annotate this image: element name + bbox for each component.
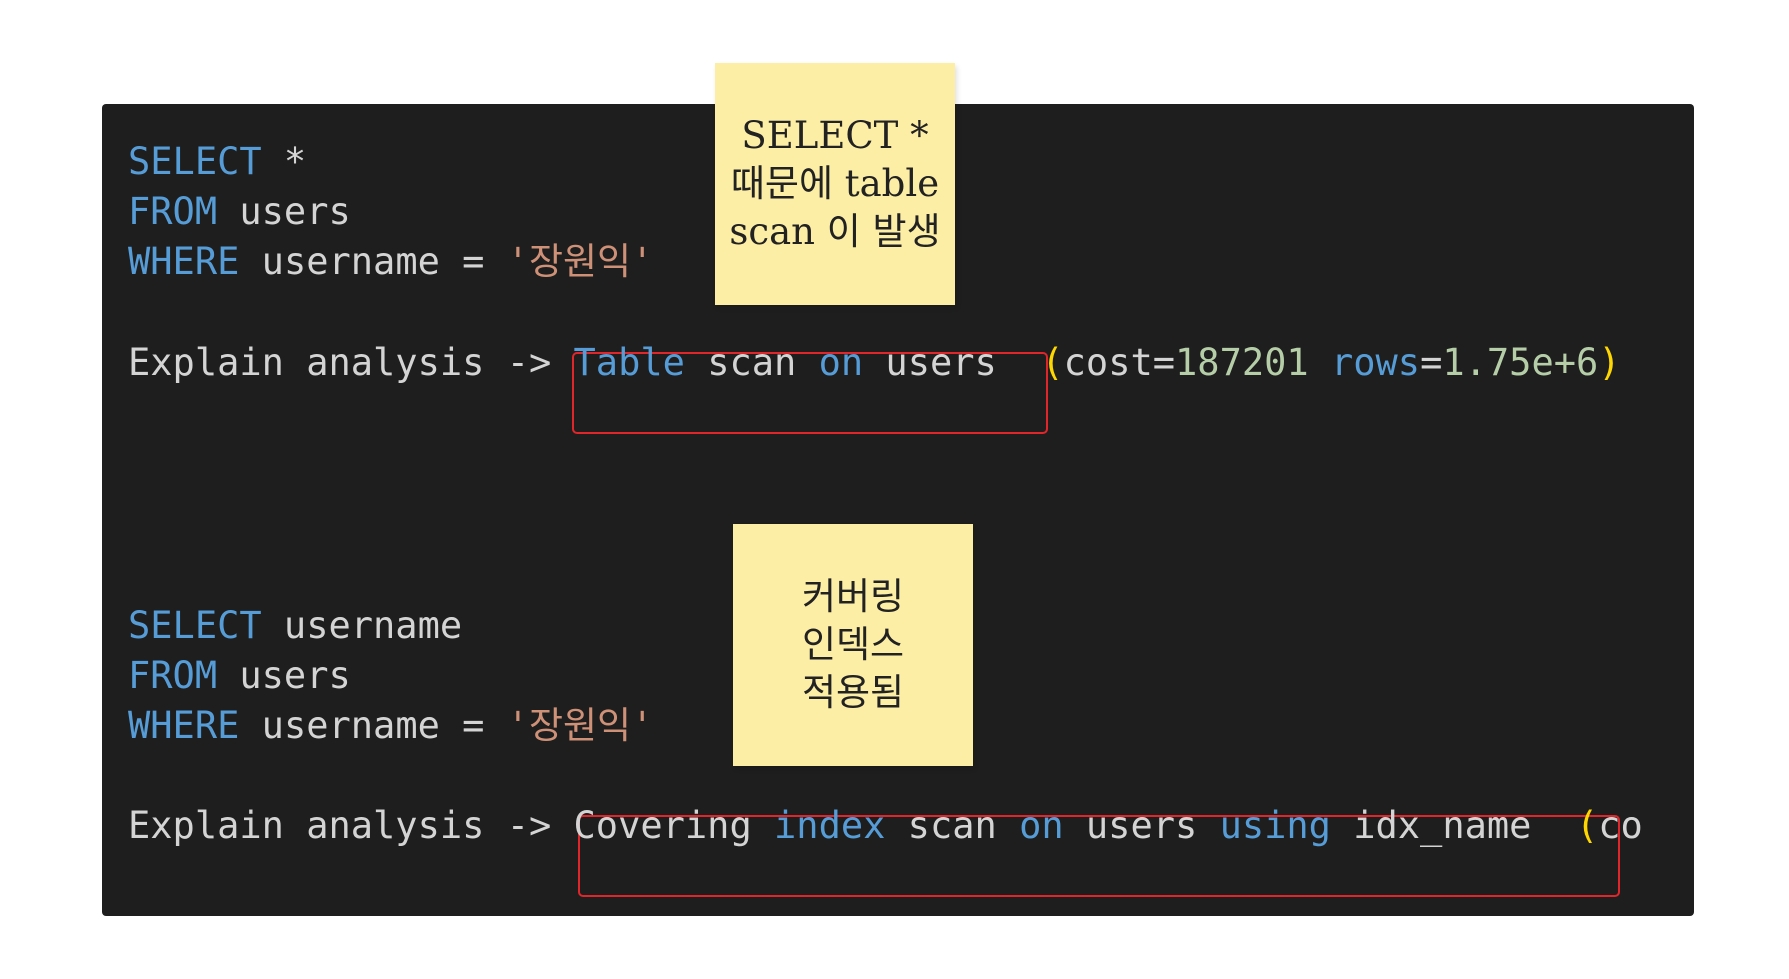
close-paren: )	[1598, 341, 1621, 384]
string-literal: '장원익'	[506, 704, 654, 747]
open-paren: (	[1576, 804, 1599, 847]
query1-explain-line: Explain analysis -> Table scan on users …	[128, 341, 1621, 385]
rows-value: 1.75e+6	[1442, 341, 1599, 384]
select-columns: username	[261, 604, 463, 647]
from-table: users	[217, 654, 351, 697]
explain-token: Covering	[573, 804, 775, 847]
from-table: users	[217, 190, 351, 233]
explain-token: on	[818, 341, 864, 384]
query2-explain-line: Explain analysis -> Covering index scan …	[128, 804, 1643, 848]
query2-select-line: SELECT username	[128, 604, 462, 648]
keyword-select: SELECT	[128, 140, 262, 183]
cost-value: 187201	[1175, 341, 1309, 384]
keyword-where: WHERE	[128, 704, 240, 747]
explain-token: scan	[885, 804, 1020, 847]
query1-where-line: WHERE username = '장원익'	[128, 240, 653, 284]
query2-where-line: WHERE username = '장원익'	[128, 704, 653, 748]
explain-token: using	[1219, 804, 1331, 847]
explain-token: users	[863, 341, 997, 384]
keyword-from: FROM	[128, 654, 218, 697]
sticky-note-covering-index: 커버링 인덱스 적용됨	[733, 524, 973, 766]
select-columns: *	[261, 140, 307, 183]
query2-from-line: FROM users	[128, 654, 351, 698]
where-condition: username =	[239, 240, 507, 283]
open-paren: (	[1041, 341, 1064, 384]
where-condition: username =	[239, 704, 507, 747]
rows-equals: =	[1420, 341, 1443, 384]
rows-key: rows	[1330, 341, 1421, 384]
query1-from-line: FROM users	[128, 190, 351, 234]
explain-token: users	[1063, 804, 1220, 847]
explain-prefix: Explain analysis ->	[128, 804, 574, 847]
keyword-where: WHERE	[128, 240, 240, 283]
explain-prefix: Explain analysis ->	[128, 341, 574, 384]
sticky-note-table-scan: SELECT * 때문에 table scan 이 발생	[715, 63, 955, 305]
explain-token: Table	[573, 341, 685, 384]
cost-key: cost=	[1063, 341, 1176, 384]
explain-token: index	[774, 804, 886, 847]
explain-token: idx_name	[1330, 804, 1532, 847]
string-literal: '장원익'	[506, 240, 654, 283]
query1-select-line: SELECT *	[128, 140, 306, 184]
explain-token: on	[1019, 804, 1064, 847]
explain-token: scan	[684, 341, 819, 384]
explain-tail: co	[1598, 804, 1643, 847]
keyword-from: FROM	[128, 190, 218, 233]
keyword-select: SELECT	[128, 604, 262, 647]
